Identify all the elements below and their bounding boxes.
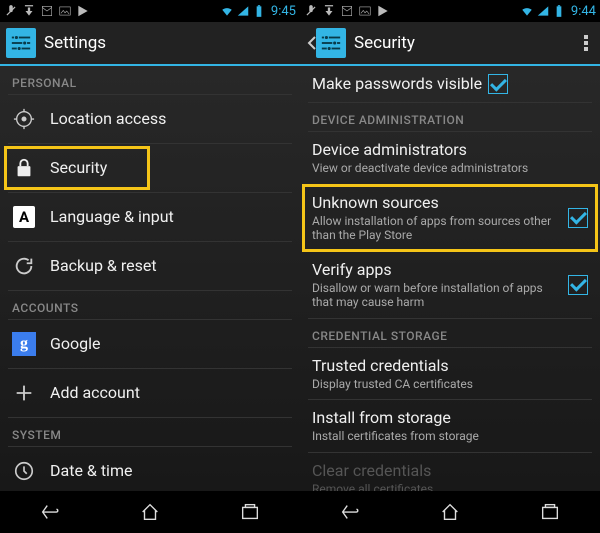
item-device-administrators[interactable]: Device administrators View or deactivate… <box>300 132 600 184</box>
nav-back[interactable] <box>30 499 70 525</box>
nav-recent[interactable] <box>230 499 270 525</box>
item-label: Add account <box>50 383 140 402</box>
google-icon: g <box>12 332 36 356</box>
status-time: 9:45 <box>271 4 296 19</box>
item-sublabel: Disallow or warn before installation of … <box>312 281 562 310</box>
nav-home[interactable] <box>130 499 170 525</box>
status-bar: 9:45 <box>0 0 300 22</box>
nav-back[interactable] <box>330 499 370 525</box>
gallery-icon <box>58 4 72 18</box>
item-label: Verify apps <box>312 260 562 279</box>
item-label: Location access <box>50 109 166 128</box>
item-language-input[interactable]: A Language & input <box>0 193 300 241</box>
item-unknown-sources[interactable]: Unknown sources Allow installation of ap… <box>300 185 600 251</box>
settings-icon[interactable] <box>316 28 346 58</box>
item-add-account[interactable]: Add account <box>0 369 300 417</box>
phone-security: 9:44 Security Make passwords visible DEV… <box>300 0 600 533</box>
nav-bar <box>0 491 300 533</box>
download-icon <box>322 4 336 18</box>
section-personal: PERSONAL <box>0 66 300 94</box>
item-clear-credentials: Clear credentials Remove all certificate… <box>300 453 600 491</box>
battery-icon <box>252 4 266 18</box>
play-store-icon <box>76 4 90 18</box>
backup-icon <box>12 254 36 278</box>
item-label: Backup & reset <box>50 256 157 275</box>
item-sublabel: View or deactivate device administrators <box>312 161 588 175</box>
item-label: Security <box>50 158 107 177</box>
action-bar: Security <box>300 22 600 66</box>
item-date-time[interactable]: Date & time <box>0 447 300 491</box>
section-device-admin: DEVICE ADMINISTRATION <box>300 103 600 131</box>
item-verify-apps[interactable]: Verify apps Disallow or warn before inst… <box>300 252 600 318</box>
action-bar: Settings <box>0 22 300 66</box>
clock-icon <box>12 459 36 483</box>
battery-icon <box>552 4 566 18</box>
settings-icon <box>6 28 36 58</box>
action-bar-title: Settings <box>44 33 106 53</box>
item-backup-reset[interactable]: Backup & reset <box>0 242 300 290</box>
language-icon: A <box>12 205 36 229</box>
item-sublabel: Remove all certificates <box>312 482 588 491</box>
wifi-icon <box>220 4 234 18</box>
status-time: 9:44 <box>571 4 596 19</box>
item-install-from-storage[interactable]: Install from storage Install certificate… <box>300 400 600 452</box>
status-bar: 9:44 <box>300 0 600 22</box>
checkbox[interactable] <box>568 208 588 228</box>
signal-icon <box>536 4 550 18</box>
security-list[interactable]: Make passwords visible DEVICE ADMINISTRA… <box>300 66 600 491</box>
mic-mute-icon <box>4 4 18 18</box>
gmail-icon <box>340 4 354 18</box>
lock-icon <box>12 156 36 180</box>
item-label: Clear credentials <box>312 461 588 480</box>
mic-mute-icon <box>304 4 318 18</box>
overflow-menu-icon[interactable] <box>578 35 594 51</box>
section-credential-storage: CREDENTIAL STORAGE <box>300 319 600 347</box>
item-location-access[interactable]: Location access <box>0 95 300 143</box>
item-label: Install from storage <box>312 408 588 427</box>
checkbox[interactable] <box>568 275 588 295</box>
gallery-icon <box>358 4 372 18</box>
section-system: SYSTEM <box>0 418 300 446</box>
item-sublabel: Allow installation of apps from sources … <box>312 214 562 243</box>
nav-recent[interactable] <box>530 499 570 525</box>
item-label: Device administrators <box>312 140 588 159</box>
location-icon <box>12 107 36 131</box>
nav-bar <box>300 491 600 533</box>
phone-settings: 9:45 Settings PERSONAL Location access S… <box>0 0 300 533</box>
section-accounts: ACCOUNTS <box>0 291 300 319</box>
item-label: Trusted credentials <box>312 356 588 375</box>
item-label: Make passwords visible <box>312 74 482 93</box>
download-icon <box>22 4 36 18</box>
checkbox[interactable] <box>488 74 508 94</box>
action-bar-title: Security <box>354 33 415 53</box>
item-label: Language & input <box>50 207 174 226</box>
item-security[interactable]: Security <box>0 144 300 192</box>
gmail-icon <box>40 4 54 18</box>
signal-icon <box>236 4 250 18</box>
item-sublabel: Display trusted CA certificates <box>312 377 588 391</box>
item-trusted-credentials[interactable]: Trusted credentials Display trusted CA c… <box>300 348 600 400</box>
wifi-icon <box>520 4 534 18</box>
settings-list[interactable]: PERSONAL Location access Security A Lang… <box>0 66 300 491</box>
item-make-passwords-visible[interactable]: Make passwords visible <box>300 66 600 102</box>
item-google[interactable]: g Google <box>0 320 300 368</box>
item-sublabel: Install certificates from storage <box>312 429 588 443</box>
item-label: Unknown sources <box>312 193 562 212</box>
item-label: Date & time <box>50 461 132 480</box>
item-label: Google <box>50 334 101 353</box>
plus-icon <box>12 381 36 405</box>
nav-home[interactable] <box>430 499 470 525</box>
play-store-icon <box>376 4 390 18</box>
